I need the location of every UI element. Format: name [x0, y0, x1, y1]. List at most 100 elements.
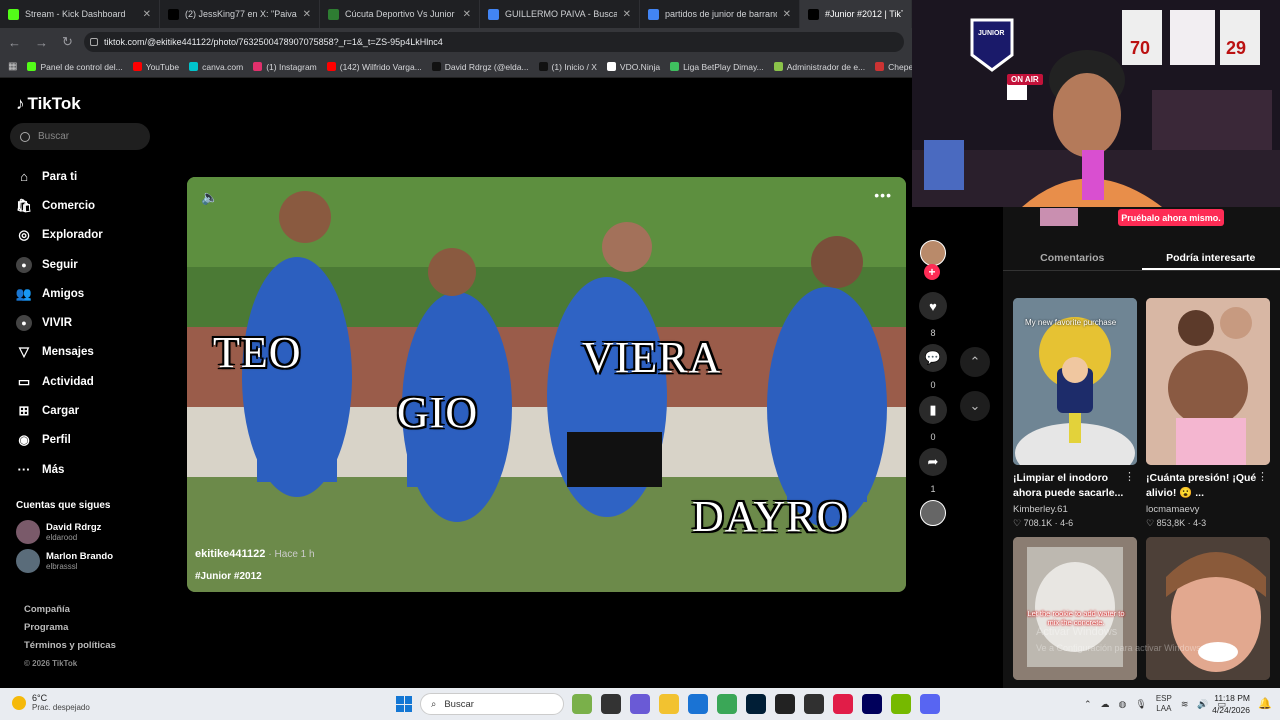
bookmark-item[interactable]: canva.com — [189, 62, 243, 72]
footer-link-program[interactable]: Programa — [24, 619, 116, 637]
sidebar-item-más[interactable]: ··· Más — [16, 455, 156, 484]
browser-tab[interactable]: Cúcuta Deportivo Vs Junior FC ✕ — [320, 0, 480, 28]
card-more-icon[interactable]: ⋮ — [1257, 470, 1268, 483]
chevron-up-icon[interactable]: ⌃ — [1084, 699, 1092, 710]
network-icon[interactable]: ◍ — [1119, 699, 1127, 710]
try-now-banner[interactable]: Pruébalo ahora mismo. — [1118, 209, 1224, 226]
wifi-icon[interactable]: ≋ — [1181, 699, 1189, 710]
discord-icon[interactable] — [920, 694, 940, 714]
apps-grid-icon[interactable]: ▦ — [8, 61, 17, 72]
bookmark-favicon-icon — [189, 62, 199, 71]
browser-tab[interactable]: Stream - Kick Dashboard ✕ — [0, 0, 160, 28]
recommended-card[interactable]: Let the rookie to add water to mix the c… — [1013, 537, 1137, 680]
after-effects-icon[interactable] — [862, 694, 882, 714]
browser-tab[interactable]: #Junior #2012 | TikTok — [800, 0, 912, 28]
bookmark-item[interactable]: Panel de control del... — [27, 62, 123, 72]
post-hashtags[interactable]: #Junior #2012 — [195, 571, 262, 582]
recommended-card[interactable]: ¡Cuánta presión! ¡Qué alivio! 😮 ... ⋮ lo… — [1146, 298, 1270, 529]
comment-button[interactable]: 💬 0 — [916, 344, 950, 390]
card-user[interactable]: locmamaevy — [1146, 504, 1270, 515]
nvidia-icon[interactable] — [891, 694, 911, 714]
onedrive-icon[interactable]: ☁ — [1101, 699, 1110, 710]
close-icon[interactable]: ✕ — [623, 9, 631, 20]
back-icon[interactable]: ← — [8, 35, 21, 50]
bookmark-item[interactable]: (142) Wilfrido Varga... — [326, 62, 422, 72]
close-icon[interactable]: ✕ — [143, 9, 151, 20]
tab-recommended[interactable]: Podría interesarte — [1141, 243, 1280, 270]
sidebar-item-comercio[interactable]: 🛍 Comercio — [16, 191, 156, 220]
card-user[interactable]: Kimberley.61 — [1013, 504, 1137, 515]
language-indicator[interactable]: ESP LAA — [1156, 694, 1172, 714]
browser-tab[interactable]: GUILLERMO PAIVA - Buscar con ✕ — [480, 0, 640, 28]
previous-post-button[interactable]: ⌃ — [960, 347, 990, 377]
more-options-icon[interactable]: ••• — [874, 187, 892, 203]
sidebar-item-perfil[interactable]: ◉ Perfil — [16, 426, 156, 455]
following-item-marlon[interactable]: Marlon Brando elbrasssl — [16, 549, 113, 573]
follow-plus-icon[interactable]: + — [924, 264, 940, 280]
browser-tab[interactable]: (2) JessKing77 en X: "Paiva le va ✕ — [160, 0, 320, 28]
footer-link-terms[interactable]: Términos y políticas — [24, 637, 116, 655]
sidebar-item-actividad[interactable]: ▭ Actividad — [16, 367, 156, 396]
tiktok-app-icon[interactable] — [833, 694, 853, 714]
start-button[interactable] — [396, 696, 412, 712]
bookmark-item[interactable]: Liga BetPlay Dimay... — [670, 62, 764, 72]
url-bar[interactable]: tiktok.com/@ekitike441122/photo/76325004… — [84, 32, 904, 52]
post-media[interactable]: TEO GIO VIERA DAYRO 🔈 ••• ekitike441122 … — [187, 177, 906, 592]
sidebar-item-para-ti[interactable]: ⌂ Para ti — [16, 162, 156, 191]
tab-title: #Junior #2012 | TikTok — [825, 9, 903, 19]
recommended-card[interactable] — [1146, 537, 1270, 680]
creator-avatar-button[interactable]: + — [916, 240, 950, 280]
close-icon[interactable]: ✕ — [783, 9, 791, 20]
bookmark-item[interactable]: (1) Instagram — [253, 62, 317, 72]
sidebar-item-seguir[interactable]: ● Seguir — [16, 250, 156, 279]
site-info-icon[interactable] — [90, 38, 98, 46]
bookmark-item[interactable]: Administrador de e... — [773, 62, 865, 72]
close-icon[interactable]: ✕ — [463, 9, 471, 20]
tab-comments[interactable]: Comentarios — [1003, 243, 1142, 270]
copilot-icon[interactable] — [630, 694, 650, 714]
save-button[interactable]: ▮ 0 — [916, 396, 950, 442]
sound-disc-button[interactable] — [916, 500, 950, 526]
creator-avatar — [920, 240, 946, 266]
notification-icon[interactable]: 🔔 — [1258, 697, 1272, 710]
post-author[interactable]: ekitike441122 · Hace 1 h — [195, 548, 315, 560]
share-button[interactable]: ➦ 1 — [916, 448, 950, 494]
bookmark-item[interactable]: VDO.Ninja — [606, 62, 660, 72]
photoshop-icon[interactable] — [746, 694, 766, 714]
folder-photos-icon[interactable] — [572, 694, 592, 714]
sidebar-item-vivir[interactable]: ● VIVIR — [16, 308, 156, 337]
file-explorer-icon[interactable] — [659, 694, 679, 714]
bookmark-item[interactable]: (1) Inicio / X — [538, 62, 597, 72]
reload-icon[interactable]: ↻ — [62, 34, 73, 50]
close-icon[interactable]: ✕ — [303, 9, 311, 20]
share-icon: ➦ — [919, 448, 947, 476]
search-input[interactable]: Buscar — [10, 123, 150, 150]
outlook-icon[interactable] — [688, 694, 708, 714]
bookmark-item[interactable]: Chepe — [875, 62, 912, 72]
sidebar-item-explorador[interactable]: ◎ Explorador — [16, 221, 156, 250]
next-post-button[interactable]: ⌄ — [960, 391, 990, 421]
sidebar-item-amigos[interactable]: 👥 Amigos — [16, 279, 156, 308]
bookmark-item[interactable]: YouTube — [132, 62, 179, 72]
recommended-card[interactable]: My new favorite purchase ¡Limpiar el ino… — [1013, 298, 1137, 529]
weather-widget[interactable]: 6°C Prac. despejado — [12, 693, 90, 712]
clock[interactable]: 11:18 PM 4/24/2026 — [1206, 692, 1250, 716]
sidebar-item-mensajes[interactable]: ▽ Mensajes — [16, 338, 156, 367]
card-more-icon[interactable]: ⋮ — [1124, 470, 1135, 483]
taskbar-search[interactable]: ⌕ Buscar — [420, 693, 564, 715]
following-name: David Rdrgz — [46, 522, 102, 533]
sidebar-item-cargar[interactable]: ⊞ Cargar — [16, 396, 156, 425]
chrome-icon[interactable] — [717, 694, 737, 714]
following-item-david[interactable]: David Rdrgz eldarood — [16, 520, 101, 544]
mic-icon[interactable]: 🎙 — [1135, 699, 1146, 710]
obs-icon[interactable] — [804, 694, 824, 714]
tiktok-logo[interactable]: ♪ TikTok — [16, 94, 81, 114]
bookmark-item[interactable]: David Rdrgz (@elda... — [431, 62, 529, 72]
capcut-icon[interactable] — [775, 694, 795, 714]
volume-icon[interactable]: 🔈 — [201, 189, 218, 206]
browser-tab[interactable]: partidos de junior de barranqui ✕ — [640, 0, 800, 28]
footer-link-company[interactable]: Compañía — [24, 601, 116, 619]
like-button[interactable]: ♥ 8 — [916, 292, 950, 338]
forward-icon[interactable]: → — [35, 35, 48, 50]
files-icon[interactable] — [601, 694, 621, 714]
